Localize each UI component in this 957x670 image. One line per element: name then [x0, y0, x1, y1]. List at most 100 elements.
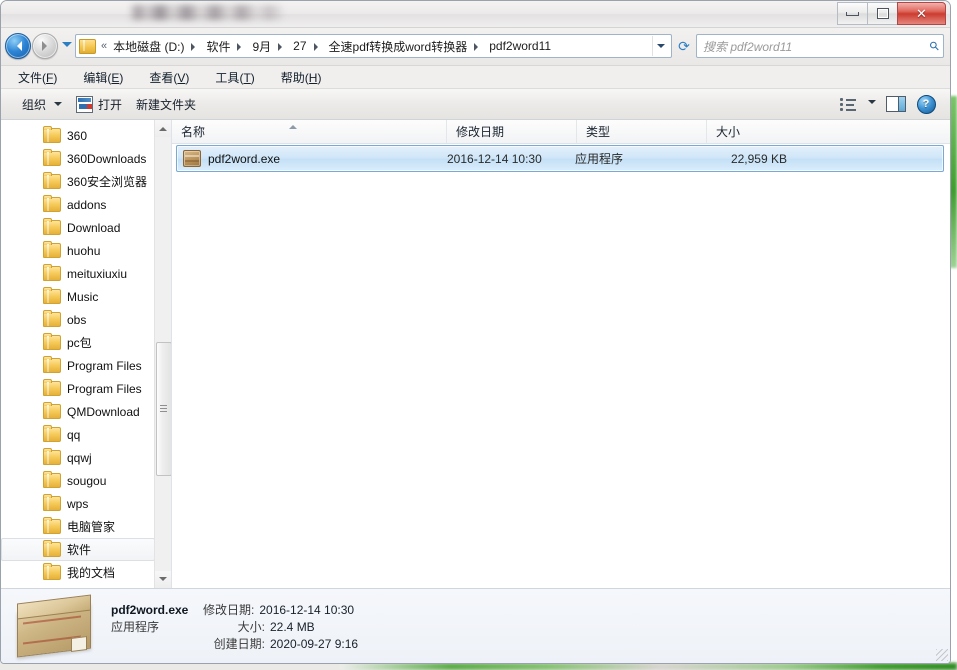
file-name-cell: pdf2word.exe	[177, 150, 441, 167]
sidebar-item-label: Download	[67, 220, 121, 235]
breadcrumb: 本地磁盘 (D:) 软件 9月 27 全速pdf转换成word转换器 pdf2w…	[111, 37, 553, 56]
menu-file[interactable]: 文件(F)	[15, 68, 60, 87]
breadcrumb-separator-icon[interactable]	[313, 42, 322, 51]
address-dropdown-button[interactable]	[652, 36, 669, 56]
sidebar-item-mydocuments[interactable]: 我的文档	[1, 561, 155, 584]
sidebar-item-qq[interactable]: qq	[1, 423, 155, 446]
sidebar-item-label: obs	[67, 312, 87, 327]
resize-grip[interactable]	[936, 649, 948, 661]
sidebar-item-label: 360安全浏览器	[67, 175, 148, 189]
breadcrumb-item-converter[interactable]: 全速pdf转换成word转换器	[327, 37, 470, 56]
sidebar-item-program-files[interactable]: Program Files	[1, 354, 155, 377]
folder-icon	[43, 149, 61, 166]
table-row[interactable]: pdf2word.exe 2016-12-14 10:30 应用程序 22,95…	[176, 145, 944, 172]
refresh-icon: ⟳	[678, 37, 690, 54]
maximize-button[interactable]	[867, 2, 898, 25]
sidebar-item-label: sougou	[67, 473, 107, 488]
search-box[interactable]: 搜索 pdf2word11 ⚲	[696, 34, 944, 58]
column-header-name[interactable]: 名称	[172, 120, 447, 143]
menu-edit[interactable]: 编辑(E)	[80, 68, 126, 87]
open-button[interactable]: 打开	[69, 92, 129, 117]
background-taskbar-strip	[340, 663, 957, 670]
menu-help[interactable]: 帮助(H)	[278, 68, 325, 87]
navigation-pane: 360 360Downloads 360安全浏览器 addons Downloa…	[1, 120, 172, 588]
details-modified-label: 修改日期:	[203, 602, 255, 617]
scroll-up-button[interactable]	[155, 120, 171, 137]
breadcrumb-overflow-icon[interactable]: «	[101, 40, 107, 52]
refresh-button[interactable]: ⟳	[674, 35, 694, 57]
window-controls: ✕	[837, 2, 946, 25]
navigation-scrollbar[interactable]	[154, 120, 171, 588]
sidebar-item-360browser[interactable]: 360安全浏览器	[1, 170, 155, 193]
back-button[interactable]	[5, 33, 31, 59]
sidebar-item-qmdownload[interactable]: QMDownload	[1, 400, 155, 423]
column-header-modified[interactable]: 修改日期	[447, 120, 577, 143]
sidebar-item-label: qqwj	[67, 450, 92, 465]
details-pane: pdf2word.exe 修改日期: 2016-12-14 10:30 应用程序…	[1, 588, 950, 663]
breadcrumb-separator-icon[interactable]	[278, 42, 286, 51]
forward-button[interactable]	[32, 33, 58, 59]
organize-button[interactable]: 组织	[15, 92, 69, 117]
file-modified-cell: 2016-12-14 10:30	[447, 151, 542, 166]
sidebar-item-ruanjian[interactable]: 软件	[1, 538, 155, 561]
details-row-type: 应用程序 大小: 22.4 MB	[111, 619, 358, 636]
sidebar-item-qqwj[interactable]: qqwj	[1, 446, 155, 469]
sidebar-item-360[interactable]: 360	[1, 124, 155, 147]
sidebar-item-download[interactable]: Download	[1, 216, 155, 239]
sidebar-item-music[interactable]: Music	[1, 285, 155, 308]
menu-help-label: 帮助	[280, 70, 305, 85]
breadcrumb-separator-icon[interactable]	[191, 42, 199, 51]
recent-locations-dropdown-icon[interactable]	[62, 42, 72, 52]
breadcrumb-separator-icon[interactable]	[474, 42, 482, 51]
close-button[interactable]: ✕	[897, 2, 946, 25]
window-body: 360 360Downloads 360安全浏览器 addons Downloa…	[1, 120, 950, 588]
breadcrumb-item-day[interactable]: 27	[291, 38, 308, 54]
scrollbar-thumb[interactable]	[156, 342, 171, 476]
sidebar-item-diannaoguanjia[interactable]: 电脑管家	[1, 515, 155, 538]
breadcrumb-item-software[interactable]: 软件	[204, 37, 232, 56]
folder-icon	[43, 494, 61, 511]
scroll-down-button[interactable]	[155, 571, 171, 588]
search-input[interactable]: 搜索 pdf2word11	[703, 38, 930, 55]
menu-file-accel: F	[46, 70, 54, 85]
new-folder-button[interactable]: 新建文件夹	[129, 92, 203, 117]
sidebar-item-sougou[interactable]: sougou	[1, 469, 155, 492]
folder-icon	[43, 402, 61, 419]
column-header-name-label: 名称	[181, 125, 206, 139]
title-bar[interactable]: ✕	[1, 1, 950, 28]
sidebar-item-label: meituxiuxiu	[67, 266, 128, 281]
sidebar-item-obs[interactable]: obs	[1, 308, 155, 331]
details-created-label: 创建日期:	[213, 636, 265, 651]
command-toolbar: 组织 打开 新建文件夹 ?	[1, 89, 950, 120]
view-options-button[interactable]	[834, 92, 862, 116]
address-bar[interactable]: « 本地磁盘 (D:) 软件 9月 27 全速pdf转换成word转换器 pdf…	[75, 34, 672, 58]
view-options-dropdown[interactable]	[864, 92, 880, 116]
minimize-button[interactable]	[837, 2, 868, 25]
details-modified-value: 2016-12-14 10:30	[259, 602, 355, 617]
sidebar-item-huohu[interactable]: huohu	[1, 239, 155, 262]
column-header-type[interactable]: 类型	[577, 120, 707, 143]
details-row-created: 创建日期: 2020-09-27 9:16	[111, 636, 358, 653]
folder-icon	[43, 241, 61, 258]
menu-tools[interactable]: 工具(T)	[212, 68, 257, 87]
preview-pane-button[interactable]	[882, 92, 910, 116]
help-button[interactable]: ?	[912, 92, 940, 116]
sidebar-item-label: 360	[67, 128, 88, 143]
breadcrumb-item-current[interactable]: pdf2word11	[487, 38, 553, 54]
breadcrumb-separator-icon[interactable]	[237, 42, 245, 51]
sidebar-item-wps[interactable]: wps	[1, 492, 155, 515]
sidebar-item-pcbao[interactable]: pc包	[1, 331, 155, 354]
sidebar-item-addons[interactable]: addons	[1, 193, 155, 216]
breadcrumb-item-drive[interactable]: 本地磁盘 (D:)	[111, 37, 186, 56]
folder-icon	[43, 218, 61, 235]
sidebar-item-360downloads[interactable]: 360Downloads	[1, 147, 155, 170]
sidebar-item-label: addons	[67, 197, 107, 212]
sidebar-item-label: pc包	[67, 336, 92, 350]
column-header-size-label: 大小	[716, 125, 741, 139]
menu-view[interactable]: 查看(V)	[146, 68, 192, 87]
sidebar-item-program-files-x86[interactable]: Program Files	[1, 377, 155, 400]
breadcrumb-item-month[interactable]: 9月	[250, 37, 273, 56]
column-header-size[interactable]: 大小	[707, 120, 804, 143]
folder-icon	[43, 126, 61, 143]
sidebar-item-meituxiuxiu[interactable]: meituxiuxiu	[1, 262, 155, 285]
